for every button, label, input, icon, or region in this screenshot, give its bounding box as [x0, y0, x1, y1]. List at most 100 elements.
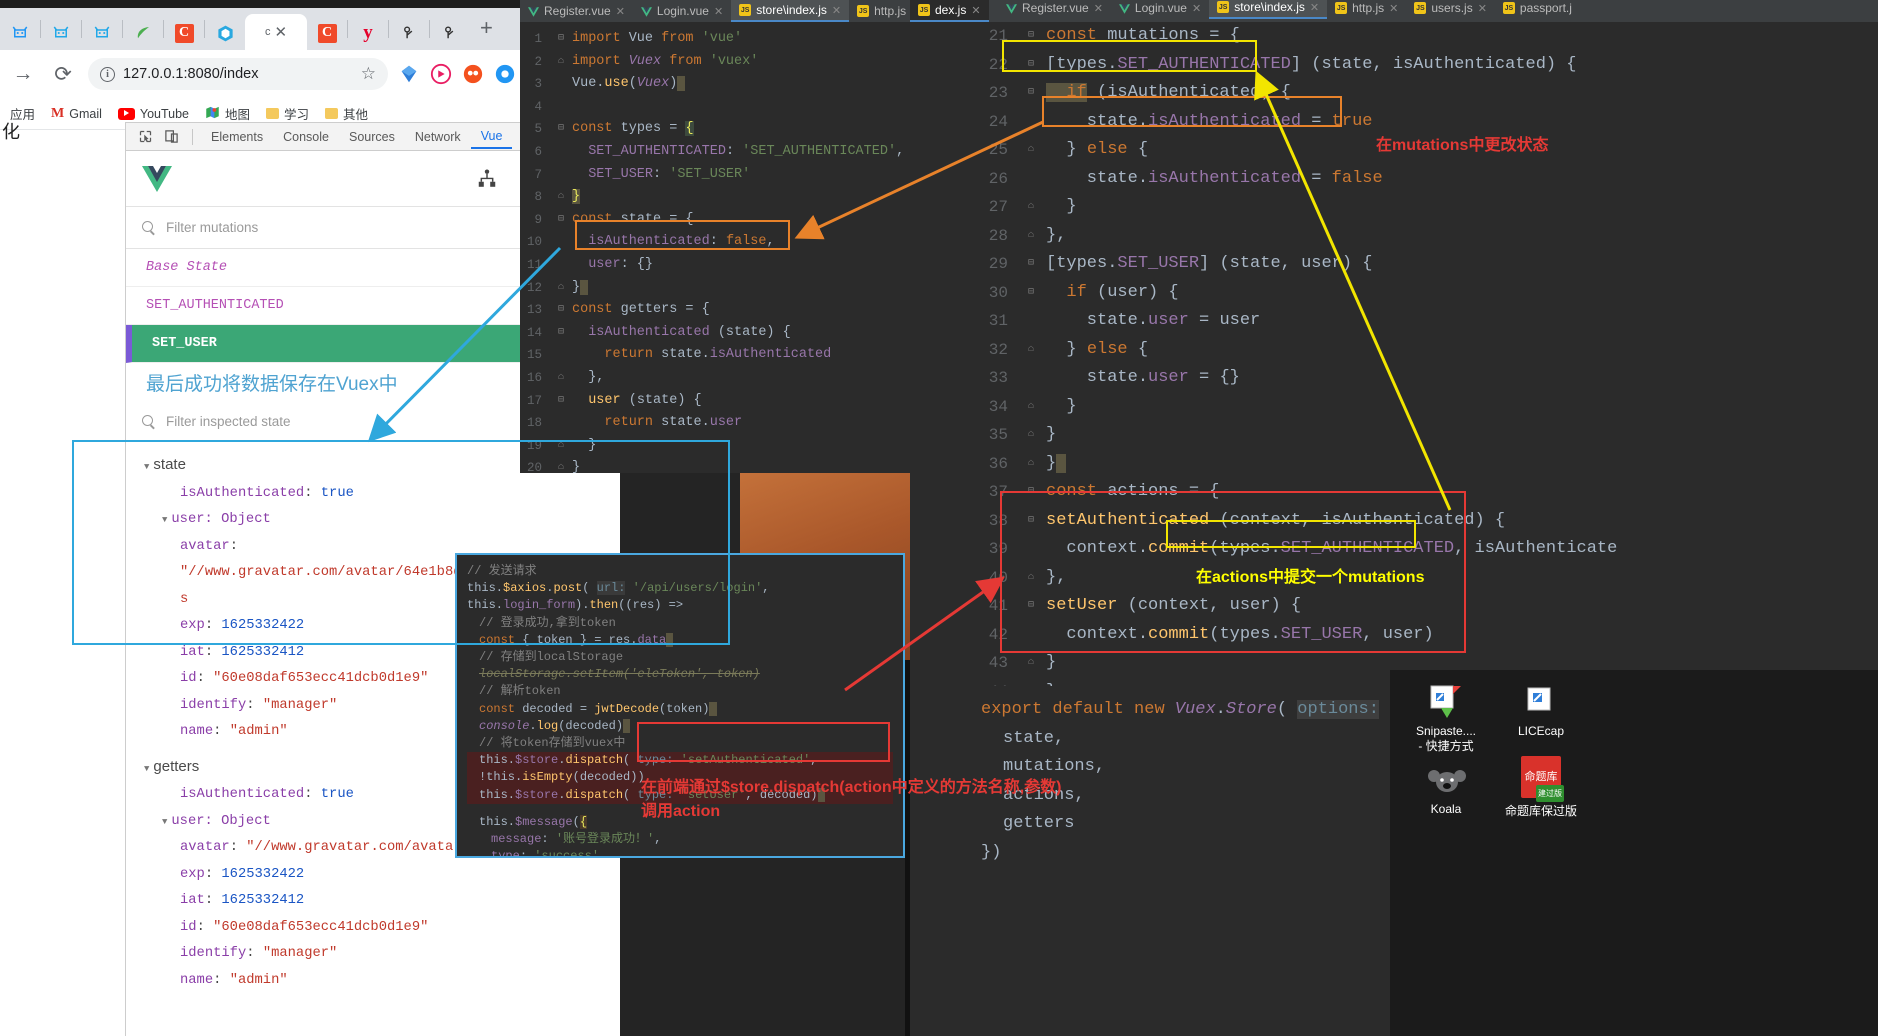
editor-tab-store-index[interactable]: JS store\index.js ✕	[731, 0, 850, 22]
reload-icon[interactable]: ⟳	[48, 62, 78, 87]
ide-middle-tabbar[interactable]: Register.vue ✕ Login.vue ✕ JS store\inde…	[520, 0, 910, 22]
extension-icon-blue-gear[interactable]	[494, 63, 516, 85]
tab-favicon-c-red-2[interactable]: C	[307, 16, 347, 50]
close-icon[interactable]: ✕	[971, 4, 980, 17]
tab-sources[interactable]: Sources	[339, 126, 405, 148]
chevron-down-icon[interactable]: ▼	[144, 454, 149, 481]
forward-icon[interactable]: →	[8, 62, 38, 86]
folder-icon	[325, 108, 339, 119]
close-icon[interactable]: ✕	[1478, 2, 1487, 15]
tree-row-getters-id: id: "60e08daf653ecc41dcb0d1e9"	[180, 919, 429, 935]
editor-tab-r-register[interactable]: Register.vue ✕	[998, 0, 1111, 19]
vue-logo-icon	[142, 165, 172, 192]
bookmark-other[interactable]: 其他	[325, 104, 368, 123]
tab-elements[interactable]: Elements	[201, 126, 273, 148]
editor-tab-r-users[interactable]: JS users.js ✕	[1406, 0, 1495, 19]
editor-tab-r-http[interactable]: JS http.js ✕	[1327, 0, 1406, 19]
js-file-icon: JS	[1502, 2, 1515, 14]
editor-tab-http-js[interactable]: JS http.js ✕	[849, 0, 910, 22]
desktop-icon-koala[interactable]: Koala	[1400, 760, 1492, 817]
state-filter-placeholder: Filter inspected state	[166, 414, 291, 429]
chevron-down-icon[interactable]: ▼	[144, 756, 149, 783]
bookmark-study[interactable]: 学习	[266, 104, 309, 123]
new-tab-button[interactable]: +	[470, 15, 503, 44]
tab-label: http.js	[874, 4, 907, 18]
editor-tab-r-passport[interactable]: JS passport.j	[1495, 0, 1580, 19]
tab-label: http.js	[1352, 1, 1385, 15]
js-file-icon: JS	[1217, 1, 1230, 13]
licecap-icon	[1522, 682, 1560, 720]
tab-favicon-glyph[interactable]	[389, 16, 429, 50]
tab-label: store\index.js	[1234, 0, 1305, 14]
ide-right-code[interactable]: 21 ⊟ const mutations = { 22 ⊟ [types.SET_AUT…	[970, 22, 1878, 706]
desktop-icon-snipaste[interactable]: Snipaste.... - 快捷方式	[1400, 682, 1492, 754]
mutation-label: SET_USER	[152, 336, 217, 351]
gmail-icon: M	[51, 105, 65, 121]
close-icon[interactable]: ✕	[1389, 2, 1398, 15]
bookmark-maps[interactable]: 地图	[205, 104, 250, 123]
bookmark-gmail[interactable]: M Gmail	[51, 106, 102, 122]
editor-tab-r-login[interactable]: Login.vue ✕	[1111, 0, 1209, 19]
annotation-text-dispatch-2: 调用action	[641, 803, 721, 820]
tab-label: passport.j	[1519, 1, 1572, 15]
tree-row-getters-identify: identify: "manager"	[180, 946, 338, 961]
tree-node-user[interactable]: ▼ user: Object	[144, 507, 620, 534]
editor-tab-register-vue[interactable]: Register.vue ✕	[520, 0, 633, 22]
ide-right-tabbar-top[interactable]: Register.vue ✕ Login.vue ✕ JS store\inde…	[992, 0, 1580, 20]
tree-label: state	[153, 456, 186, 473]
chevron-down-icon[interactable]: ▼	[162, 809, 167, 836]
annotation-text-mutations: 在mutations中更改状态	[1376, 137, 1549, 154]
tree-row-getters-name: name: "admin"	[180, 972, 288, 988]
site-info-icon[interactable]: i	[100, 66, 115, 82]
tab-vue[interactable]: Vue	[470, 125, 513, 149]
chevron-down-icon[interactable]: ▼	[162, 507, 167, 534]
editor-tab-login-vue[interactable]: Login.vue ✕	[633, 0, 731, 22]
tree-row-isauthenticated: isAuthenticated: true	[180, 485, 354, 501]
inspect-element-icon[interactable]	[132, 126, 158, 148]
address-bar[interactable]: i 127.0.0.1:8080/index ☆	[88, 58, 388, 90]
close-icon[interactable]: ✕	[1310, 1, 1319, 14]
tab-favicon-1[interactable]	[0, 16, 40, 50]
desktop-icon-licecap[interactable]: LICEcap	[1495, 682, 1587, 739]
tab-label: dex.js	[935, 3, 967, 17]
icon-label: Koala	[1430, 802, 1462, 816]
bookmark-star-icon[interactable]: ☆	[361, 64, 376, 84]
tab-console[interactable]: Console	[273, 126, 339, 148]
close-icon[interactable]: ✕	[274, 25, 287, 40]
tab-favicon-glyph-2[interactable]	[430, 16, 470, 50]
extension-icon-orange[interactable]	[462, 63, 484, 85]
tree-value: "manager"	[262, 946, 338, 961]
annotation-text-dispatch-1: 在前端通过$store.dispatch(action中定义的方法名称,参数)	[641, 779, 1062, 796]
redbook-badge2: 建过版	[1536, 785, 1564, 802]
close-icon[interactable]: ✕	[1094, 2, 1103, 15]
extension-icon-diamond[interactable]	[398, 63, 420, 85]
component-tree-icon[interactable]	[474, 166, 500, 192]
editor-tab-r-store[interactable]: JS store\index.js ✕	[1209, 0, 1328, 19]
tab-favicon-leaf[interactable]	[123, 16, 163, 50]
close-icon[interactable]: ✕	[1192, 2, 1201, 15]
close-icon[interactable]: ✕	[832, 4, 841, 17]
tree-value: true	[320, 485, 354, 501]
tab-favicon-3[interactable]	[82, 16, 122, 50]
icon-label: LICEcap	[1517, 724, 1565, 738]
device-toolbar-icon[interactable]	[158, 126, 184, 148]
bookmark-youtube[interactable]: YouTube	[117, 107, 189, 121]
desktop-icon-redbook[interactable]: 命题库 建过版 命题库保过版	[1495, 756, 1587, 819]
tab-label: users.js	[1431, 1, 1473, 15]
tab-label: Register.vue	[544, 4, 611, 18]
close-icon[interactable]: ✕	[616, 5, 625, 18]
tree-key: id	[180, 671, 197, 686]
extension-icon-pink[interactable]	[430, 63, 452, 85]
tab-network[interactable]: Network	[405, 126, 471, 148]
ide-middle-code[interactable]: 1 ⊟ import Vue from 'vue' 2 ⌂ import Vuex fr…	[520, 22, 910, 473]
tab-favicon-y[interactable]: y	[348, 16, 388, 50]
editor-tab-left-dex[interactable]: JS dex.js ✕	[910, 0, 989, 22]
tab-favicon-c-red[interactable]: C	[164, 16, 204, 50]
tab-favicon-2[interactable]	[41, 16, 81, 50]
close-icon[interactable]: ✕	[714, 5, 723, 18]
mutations-filter-placeholder: Filter mutations	[166, 220, 259, 235]
js-file-icon: JS	[918, 4, 930, 16]
tree-value: "manager"	[262, 697, 338, 713]
tab-favicon-hex[interactable]	[205, 16, 245, 50]
active-browser-tab[interactable]: c ✕	[245, 14, 307, 50]
